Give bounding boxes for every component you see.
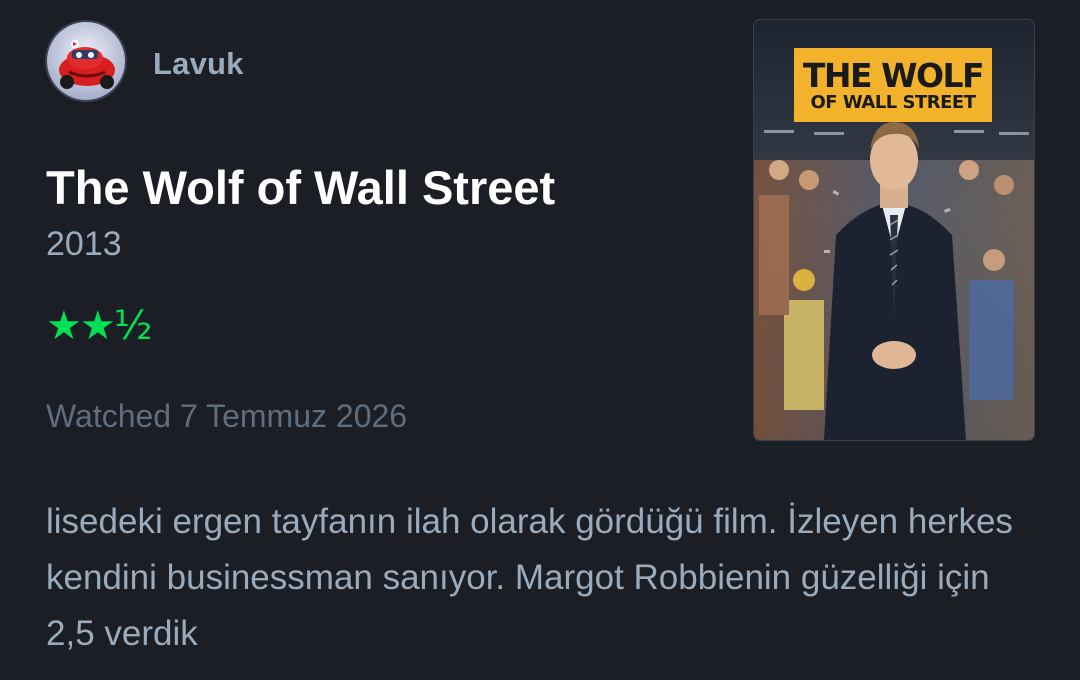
- poster-title-line2: OF WALL STREET: [810, 91, 976, 113]
- review-text: lisedeki ergen tayfanın ilah olarak görd…: [46, 502, 1013, 653]
- poster-title-banner: THE WOLF OF WALL STREET: [794, 48, 992, 122]
- user-avatar[interactable]: [47, 22, 125, 100]
- film-poster[interactable]: THE WOLF OF WALL STREET: [754, 20, 1034, 440]
- username[interactable]: Lavuk: [153, 46, 244, 82]
- star-rating: ★★½: [46, 303, 152, 349]
- film-year[interactable]: 2013: [46, 225, 122, 264]
- avatar-car-image: [47, 22, 125, 100]
- poster-title-line1: THE WOLF: [802, 55, 985, 95]
- watched-date: Watched 7 Temmuz 2026: [46, 398, 408, 434]
- film-title[interactable]: The Wolf of Wall Street: [46, 160, 555, 215]
